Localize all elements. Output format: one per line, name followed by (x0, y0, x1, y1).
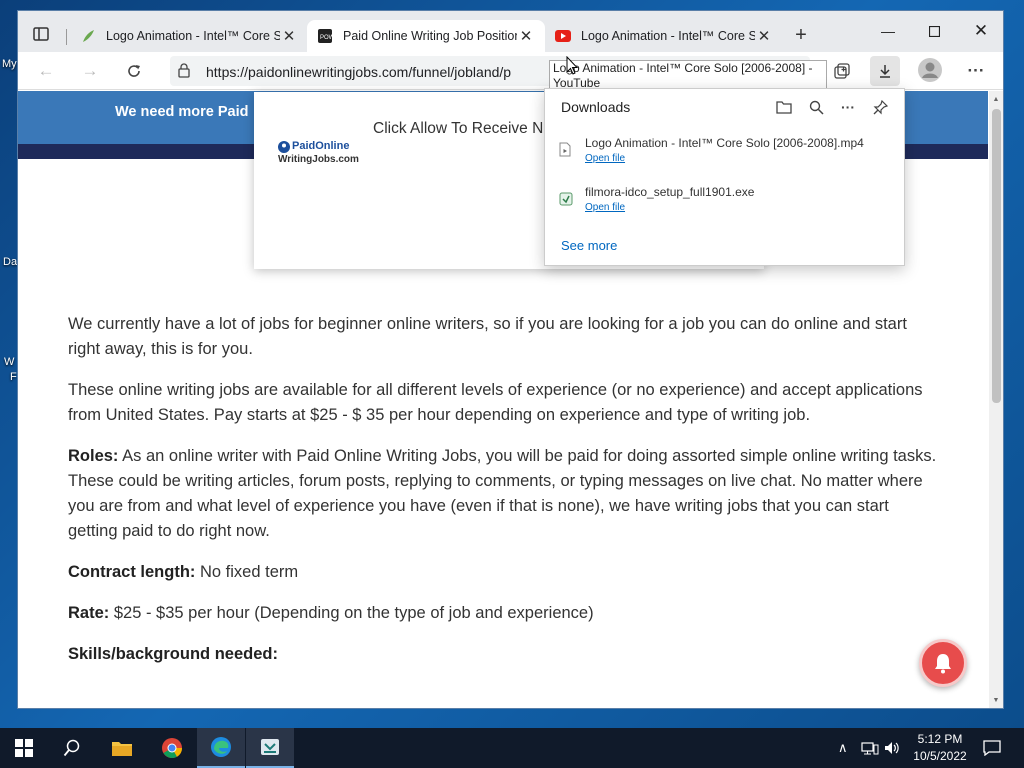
see-more-link[interactable]: See more (561, 238, 617, 253)
forward-icon[interactable]: → (78, 60, 102, 82)
chrome-icon[interactable] (148, 728, 196, 768)
maximize-button[interactable] (911, 17, 957, 45)
collections-icon[interactable] (830, 60, 854, 82)
show-hidden-icons[interactable]: ∧ (838, 728, 848, 768)
tab-close-icon[interactable]: ✕ (755, 27, 773, 45)
tab-close-icon[interactable]: ✕ (280, 27, 298, 45)
paragraph-label: Skills/background needed: (68, 645, 278, 663)
search-icon[interactable] (48, 728, 96, 768)
tab-title: Paid Online Writing Job Position (343, 29, 517, 43)
folder-icon[interactable] (774, 97, 794, 117)
refresh-icon[interactable] (122, 60, 146, 82)
page-scrollbar[interactable]: ▲ ▼ (989, 91, 1003, 708)
paragraph-text: No fixed term (195, 563, 299, 581)
logo-text: WritingJobs.com (278, 154, 359, 165)
paragraph-text: These online writing jobs are available … (68, 381, 923, 424)
open-file-link[interactable]: Open file (585, 153, 625, 164)
scroll-thumb[interactable] (992, 109, 1001, 403)
tab-logo-animation-1[interactable]: Logo Animation - Intel™ Core Solo [2006-… (70, 20, 308, 52)
clock-time: 5:12 PM (917, 732, 963, 746)
tab-tooltip: Logo Animation - Intel™ Core Solo [2006-… (549, 60, 827, 90)
paragraph-text: As an online writer with Paid Online Wri… (68, 447, 937, 540)
start-button[interactable] (0, 728, 48, 768)
url-text: https://paidonlinewritingjobs.com/funnel… (206, 64, 512, 80)
open-file-link[interactable]: Open file (585, 202, 625, 213)
taskbar: ∧ 5:12 PM 10/5/2022 (0, 728, 1024, 768)
installer-icon (559, 191, 573, 207)
desktop-icon-label: My (2, 58, 17, 70)
paragraph-roles: Roles: As an online writer with Paid Onl… (68, 444, 938, 544)
paragraph-label: Roles: (68, 447, 119, 465)
mouse-cursor-icon (566, 56, 578, 75)
paragraph-text: $25 - $35 per hour (Depending on the typ… (109, 604, 594, 622)
network-icon[interactable] (861, 728, 879, 768)
site-favicon: POW (317, 28, 333, 44)
notification-bell-button[interactable] (919, 639, 967, 687)
download-item[interactable]: filmora-idco_setup_full1901.exe Open fil… (557, 185, 897, 225)
paragraph-text: We currently have a lot of jobs for begi… (68, 315, 907, 358)
desktop-icon-label: W (4, 356, 15, 368)
back-icon[interactable]: ← (34, 60, 58, 82)
desktop-icon-label: F (10, 371, 17, 383)
tab-bar: Logo Animation - Intel™ Core Solo [2006-… (18, 11, 1003, 52)
paragraph-skills: Skills/background needed: (68, 642, 938, 667)
browser-window: Logo Animation - Intel™ Core Solo [2006-… (17, 10, 1004, 709)
file-explorer-icon[interactable] (98, 728, 146, 768)
notifications-icon[interactable] (983, 728, 1001, 768)
lock-icon[interactable] (178, 63, 192, 79)
edge-icon[interactable] (197, 728, 245, 768)
download-name: Logo Animation - Intel™ Core Solo [2006-… (585, 136, 864, 150)
desktop-icon-label: Da (3, 256, 18, 268)
svg-text:POW: POW (320, 35, 332, 41)
tab-paid-online-writing[interactable]: POW Paid Online Writing Job Position ✕ (307, 20, 545, 52)
bell-icon (935, 654, 951, 674)
paragraph-label: Contract length: (68, 563, 196, 581)
downloads-icon[interactable] (870, 56, 900, 86)
paragraph-intro: We currently have a lot of jobs for begi… (68, 312, 938, 362)
clock-date: 10/5/2022 (913, 749, 967, 763)
youtube-icon (555, 28, 571, 44)
search-icon[interactable] (806, 97, 826, 117)
feather-icon (80, 28, 96, 44)
tab-title: Logo Animation - Intel™ Core Solo [2006-… (581, 29, 755, 43)
logo-text: PaidOnline (292, 140, 350, 152)
system-clock[interactable]: 5:12 PM 10/5/2022 (905, 731, 975, 765)
paragraph-rate: Rate: $25 - $35 per hour (Depending on t… (68, 601, 938, 626)
paragraph-label: Rate: (68, 604, 110, 622)
scroll-down-icon[interactable]: ▼ (989, 694, 1003, 708)
video-file-icon (559, 142, 573, 158)
tab-close-icon[interactable]: ✕ (517, 27, 535, 45)
paragraph-levels: These online writing jobs are available … (68, 378, 938, 428)
profile-avatar[interactable] (917, 57, 943, 83)
pin-icon[interactable] (870, 97, 890, 117)
tab-divider (66, 29, 67, 45)
tab-logo-animation-2[interactable]: Logo Animation - Intel™ Core Solo [2006-… (545, 20, 783, 52)
site-logo: PaidOnline WritingJobs.com (278, 140, 359, 170)
paragraph-contract: Contract length: No fixed term (68, 560, 938, 585)
filmora-installer-icon[interactable] (246, 728, 294, 768)
downloads-flyout: Downloads ··· Logo Animation - Intel™ Co… (544, 88, 905, 266)
download-name: filmora-idco_setup_full1901.exe (585, 185, 755, 199)
tab-actions-icon[interactable] (30, 23, 52, 45)
scroll-up-icon[interactable]: ▲ (989, 93, 1003, 107)
downloads-title: Downloads (561, 99, 631, 115)
minimize-button[interactable]: — (865, 17, 911, 45)
more-options-icon[interactable]: ··· (838, 97, 858, 117)
volume-icon[interactable] (884, 728, 900, 768)
close-window-button[interactable]: ✕ (958, 17, 1003, 45)
banner-text: We need more Paid (115, 104, 249, 120)
browser-toolbar: ← → https://paidonlinewritingjobs.com/fu… (18, 52, 1003, 90)
new-tab-button[interactable]: + (790, 25, 812, 45)
more-options-icon[interactable]: ··· (964, 60, 988, 82)
job-description: We currently have a lot of jobs for begi… (68, 312, 938, 683)
download-item[interactable]: Logo Animation - Intel™ Core Solo [2006-… (557, 136, 897, 176)
tab-title: Logo Animation - Intel™ Core Solo [2006-… (106, 29, 280, 43)
